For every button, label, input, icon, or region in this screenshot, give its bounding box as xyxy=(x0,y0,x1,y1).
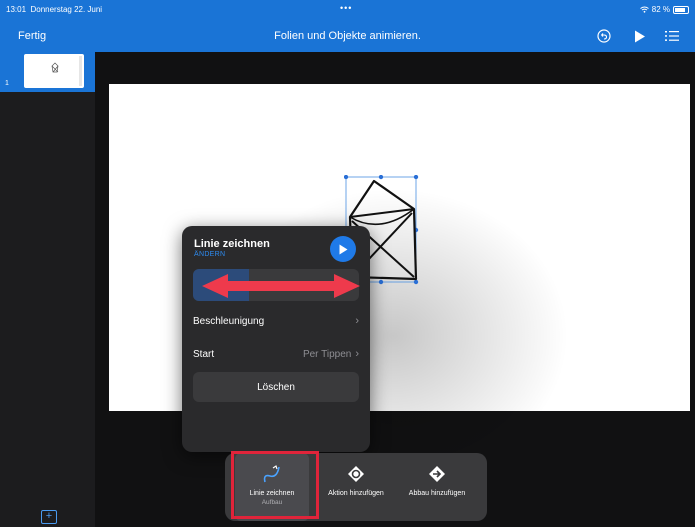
add-build-out-label: Abbau hinzufügen xyxy=(408,490,466,497)
battery-icon xyxy=(673,5,689,14)
wifi-icon xyxy=(639,6,649,13)
acceleration-row[interactable]: Beschleunigung › xyxy=(193,311,359,331)
animation-popover: Linie zeichnen ÄNDERN Beschleunigung › S… xyxy=(182,226,370,452)
toolbar-title: Folien und Objekte animieren. xyxy=(274,30,421,42)
play-icon[interactable] xyxy=(632,28,648,44)
start-row[interactable]: Start Per Tippen › xyxy=(193,344,359,364)
build-out-diamond-icon xyxy=(428,465,446,483)
add-build-out-button[interactable]: Abbau hinzufügen xyxy=(397,453,477,521)
list-icon[interactable] xyxy=(664,28,680,44)
chevron-right-icon: › xyxy=(355,315,359,327)
undo-icon[interactable] xyxy=(596,28,612,44)
app-root: 13:01 Donnerstag 22. Juni ••• 82 % Ferti… xyxy=(0,0,695,527)
status-time: 13:01 Donnerstag 22. Juni xyxy=(6,5,103,14)
status-bar: 13:01 Donnerstag 22. Juni ••• 82 % xyxy=(0,0,695,18)
battery-indicator: 82 % xyxy=(639,5,689,14)
multitask-dots[interactable]: ••• xyxy=(340,3,352,13)
add-action-label: Aktion hinzufügen xyxy=(328,490,384,497)
top-toolbar: 13:01 Donnerstag 22. Juni ••• 82 % Ferti… xyxy=(0,0,695,52)
change-animation-link[interactable]: ÄNDERN xyxy=(194,251,225,258)
selection-handle[interactable] xyxy=(344,175,349,180)
play-icon xyxy=(339,244,348,254)
thumbnail-drawing-icon xyxy=(51,56,82,86)
selection-handle[interactable] xyxy=(378,175,384,180)
selection-handle[interactable] xyxy=(413,175,419,180)
start-value: Per Tippen › xyxy=(302,348,359,360)
add-action-button[interactable]: Aktion hinzufügen xyxy=(321,453,391,521)
selection-handle[interactable] xyxy=(413,279,419,285)
slide-navigator: 1 + xyxy=(0,52,95,527)
chevron-right-icon: › xyxy=(355,348,359,360)
highlight-annotation xyxy=(231,451,319,519)
acceleration-label: Beschleunigung xyxy=(193,315,265,327)
slide-number: 1 xyxy=(5,80,9,87)
battery-percent: 82 % xyxy=(651,5,670,14)
slide-thumbnail[interactable] xyxy=(24,54,84,88)
animation-title: Linie zeichnen xyxy=(194,238,270,250)
preview-play-button[interactable] xyxy=(330,236,356,262)
add-slide-button[interactable]: + xyxy=(41,510,57,524)
double-arrow-annotation-icon xyxy=(202,274,360,298)
slide-thumbnail-selected[interactable]: 1 xyxy=(0,52,95,92)
start-label: Start xyxy=(193,348,215,360)
selection-handle[interactable] xyxy=(378,279,384,285)
action-diamond-icon xyxy=(347,465,365,483)
delete-button[interactable]: Löschen xyxy=(193,372,359,402)
